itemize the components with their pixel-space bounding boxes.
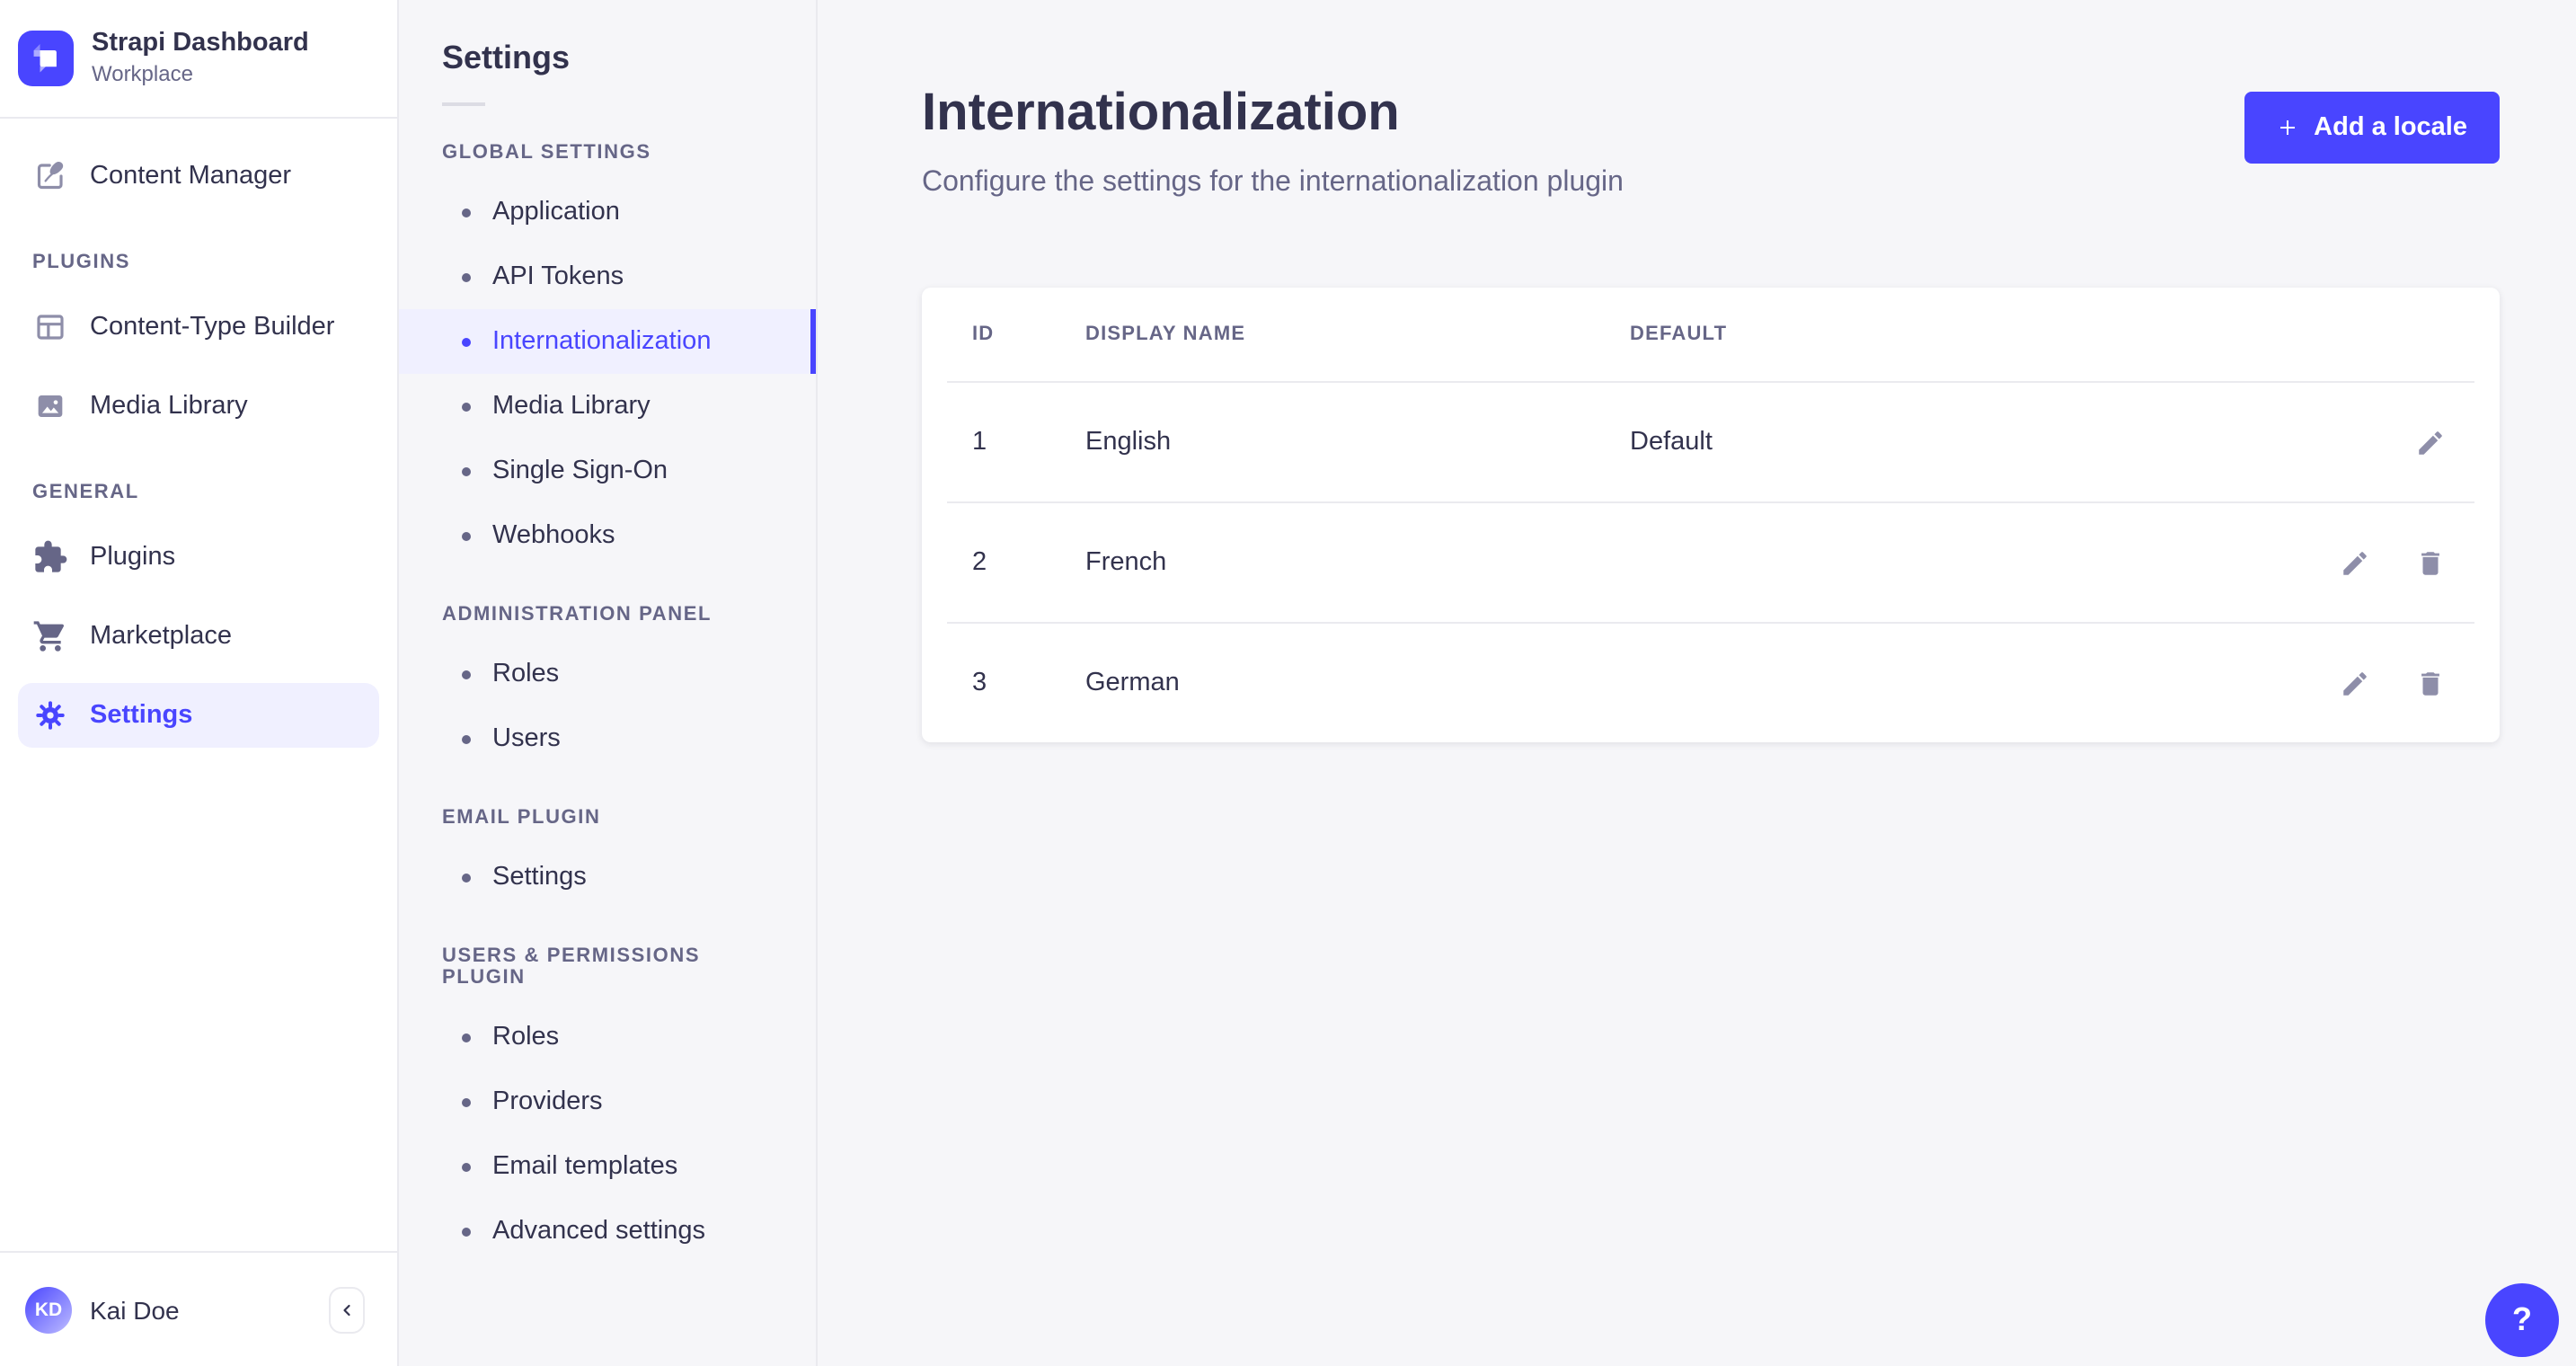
subnav-title: Settings — [442, 40, 571, 75]
bullet-icon — [462, 531, 471, 540]
subnav-section-email-plugin: EMAIL PLUGIN — [442, 807, 601, 829]
table-header-row: ID DISPLAY NAME DEFAULT — [947, 288, 2474, 384]
subnav-divider — [442, 102, 485, 106]
sidebar-footer: KD Kai Doe — [0, 1251, 397, 1366]
sidebar-item-content-type-builder[interactable]: Content-Type Builder — [18, 295, 379, 359]
subnav-item-users[interactable]: Users — [399, 706, 816, 771]
cell-display-name: French — [1085, 548, 1167, 578]
cell-display-name: German — [1085, 669, 1180, 698]
bullet-icon — [462, 1097, 471, 1106]
subnav-item-application[interactable]: Application — [399, 180, 816, 244]
bullet-icon — [462, 1162, 471, 1171]
user-name: Kai Doe — [90, 1295, 180, 1324]
collapse-sidebar-button[interactable] — [329, 1286, 365, 1333]
delete-locale-button[interactable] — [2412, 545, 2449, 582]
workspace-brand[interactable]: Strapi Dashboard Workplace — [0, 0, 397, 119]
sidebar-item-label: Settings — [90, 701, 193, 730]
help-button[interactable]: ? — [2485, 1283, 2559, 1357]
media-library-icon — [32, 388, 68, 424]
subnav-item-roles[interactable]: Roles — [399, 642, 816, 706]
bullet-icon — [462, 208, 471, 217]
subnav-section-global-settings: GLOBAL SETTINGS — [442, 142, 651, 164]
page-header: Internationalization Configure the setti… — [922, 84, 2500, 200]
column-header-id: ID — [972, 324, 995, 346]
sidebar-section-plugins: PLUGINS — [32, 252, 130, 273]
sidebar-item-settings[interactable]: Settings — [18, 683, 379, 748]
bullet-icon — [462, 337, 471, 346]
subnav-section-administration-panel: ADMINISTRATION PANEL — [442, 604, 713, 625]
settings-subnav: Settings GLOBAL SETTINGS Application API… — [399, 0, 818, 1366]
content-type-builder-icon — [32, 309, 68, 345]
bullet-icon — [462, 272, 471, 281]
cell-id: 3 — [972, 669, 987, 698]
content-manager-icon — [32, 158, 68, 194]
subnav-section-users-permissions-plugin: USERS & PERMISSIONS PLUGIN — [442, 945, 701, 989]
subnav-item-email-settings[interactable]: Settings — [399, 845, 816, 909]
subnav-item-advanced-settings[interactable]: Advanced settings — [399, 1199, 816, 1264]
strapi-logo-icon — [18, 31, 74, 86]
trash-icon — [2415, 548, 2446, 579]
subnav-item-internationalization[interactable]: Internationalization — [399, 309, 816, 374]
sidebar-item-label: Marketplace — [90, 622, 232, 651]
delete-locale-button[interactable] — [2412, 665, 2449, 703]
subnav-item-up-roles[interactable]: Roles — [399, 1005, 816, 1069]
subnav-item-email-templates[interactable]: Email templates — [399, 1134, 816, 1199]
trash-icon — [2415, 669, 2446, 699]
subnav-item-single-sign-on[interactable]: Single Sign-On — [399, 439, 816, 503]
table-row-german[interactable]: 3 German — [947, 622, 2474, 743]
pencil-icon — [2340, 548, 2370, 579]
sidebar-item-plugins[interactable]: Plugins — [18, 525, 379, 590]
sidebar-item-label: Media Library — [90, 392, 248, 421]
edit-locale-button[interactable] — [2412, 424, 2449, 462]
locales-table: ID DISPLAY NAME DEFAULT 1 English Defaul… — [922, 288, 2500, 743]
subnav-item-media-library[interactable]: Media Library — [399, 374, 816, 439]
sidebar-item-label: Content-Type Builder — [90, 313, 335, 342]
workspace-title: Strapi Dashboard — [92, 29, 309, 58]
main-sidebar: Strapi Dashboard Workplace Content Manag… — [0, 0, 399, 1366]
add-locale-button[interactable]: Add a locale — [2244, 92, 2500, 164]
bullet-icon — [462, 670, 471, 679]
strapi-dashboard-app: Strapi Dashboard Workplace Content Manag… — [0, 0, 2576, 1366]
pencil-icon — [2340, 669, 2370, 699]
cell-display-name: English — [1085, 428, 1172, 457]
edit-locale-button[interactable] — [2336, 665, 2374, 703]
workspace-subtitle: Workplace — [92, 60, 193, 86]
puzzle-icon — [32, 539, 68, 575]
bullet-icon — [462, 402, 471, 411]
sidebar-item-marketplace[interactable]: Marketplace — [18, 604, 379, 669]
sidebar-item-label: Content Manager — [90, 162, 292, 191]
sidebar-item-content-manager[interactable]: Content Manager — [18, 144, 379, 208]
bullet-icon — [462, 873, 471, 882]
chevron-left-icon — [338, 1300, 356, 1318]
edit-locale-button[interactable] — [2336, 545, 2374, 582]
column-header-display-name: DISPLAY NAME — [1085, 324, 1246, 346]
cell-id: 2 — [972, 548, 987, 578]
sidebar-section-general: GENERAL — [32, 482, 139, 503]
cell-id: 1 — [972, 428, 987, 457]
subnav-item-providers[interactable]: Providers — [399, 1069, 816, 1134]
sidebar-item-media-library[interactable]: Media Library — [18, 374, 379, 439]
bullet-icon — [462, 466, 471, 475]
sidebar-item-label: Plugins — [90, 543, 176, 572]
column-header-default: DEFAULT — [1630, 324, 1728, 346]
table-row-french[interactable]: 2 French — [947, 501, 2474, 623]
page-title: Internationalization — [922, 84, 1400, 142]
subnav-item-webhooks[interactable]: Webhooks — [399, 503, 816, 568]
cart-icon — [32, 618, 68, 654]
pencil-icon — [2415, 428, 2446, 458]
plus-icon — [2276, 117, 2297, 138]
cell-default: Default — [1630, 428, 1713, 457]
subnav-item-api-tokens[interactable]: API Tokens — [399, 244, 816, 309]
page-subtitle: Configure the settings for the internati… — [922, 167, 1624, 199]
bullet-icon — [462, 734, 471, 743]
bullet-icon — [462, 1227, 471, 1236]
table-row-english[interactable]: 1 English Default — [947, 384, 2474, 502]
gear-icon — [32, 697, 68, 733]
main-content: Internationalization Configure the setti… — [818, 0, 2576, 1366]
avatar[interactable]: KD — [25, 1286, 72, 1333]
bullet-icon — [462, 1033, 471, 1042]
